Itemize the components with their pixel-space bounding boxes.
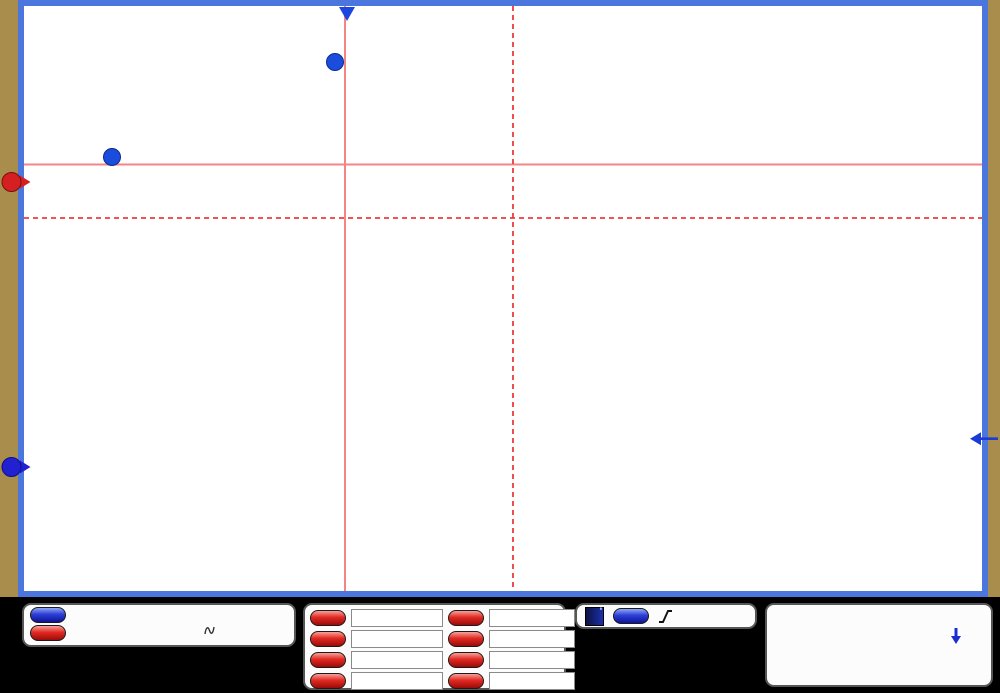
channel-2-row[interactable] [30,623,288,643]
ch2-position-marker[interactable] [1,172,31,192]
dt-value [489,651,575,669]
cursor-b-marker[interactable] [103,148,121,166]
ch1-position-marker[interactable] [1,457,31,477]
trigger-position-marker[interactable] [339,7,355,21]
dv-value [351,651,443,669]
status-row [774,627,984,645]
horizontal-panel[interactable] [765,603,993,687]
dvdt-pill [310,673,346,689]
t1-value [489,609,575,627]
ac-coupling-icon [194,623,217,643]
ch2-badge[interactable] [30,625,66,641]
v1-pill [310,610,346,626]
dt-pill [448,652,484,668]
dv-pill [310,652,346,668]
channel-settings-panel[interactable] [22,603,296,647]
trigger-level-arrow[interactable] [970,432,998,446]
trigger-panel[interactable] [575,603,757,629]
v2-pill [310,631,346,647]
t2-value [489,630,575,648]
cursor-readout-panel[interactable] [303,603,575,690]
invdt-pill [448,673,484,689]
trigger-source-badge[interactable] [613,608,649,624]
v1-value [351,609,443,627]
t1-pill [448,610,484,626]
dvdt-value [351,672,443,690]
rising-edge-icon [658,608,673,625]
trigger-a-icon[interactable] [585,606,604,626]
status-bar [0,597,1000,693]
channel-1-row[interactable] [30,607,288,623]
cursor-a-marker[interactable] [326,53,344,71]
invdt-value [489,672,575,690]
t2-pill [448,631,484,647]
v2-value [351,630,443,648]
ch1-badge[interactable] [30,607,66,623]
oscilloscope-screen [0,0,1000,693]
marker-down-icon [950,627,962,645]
